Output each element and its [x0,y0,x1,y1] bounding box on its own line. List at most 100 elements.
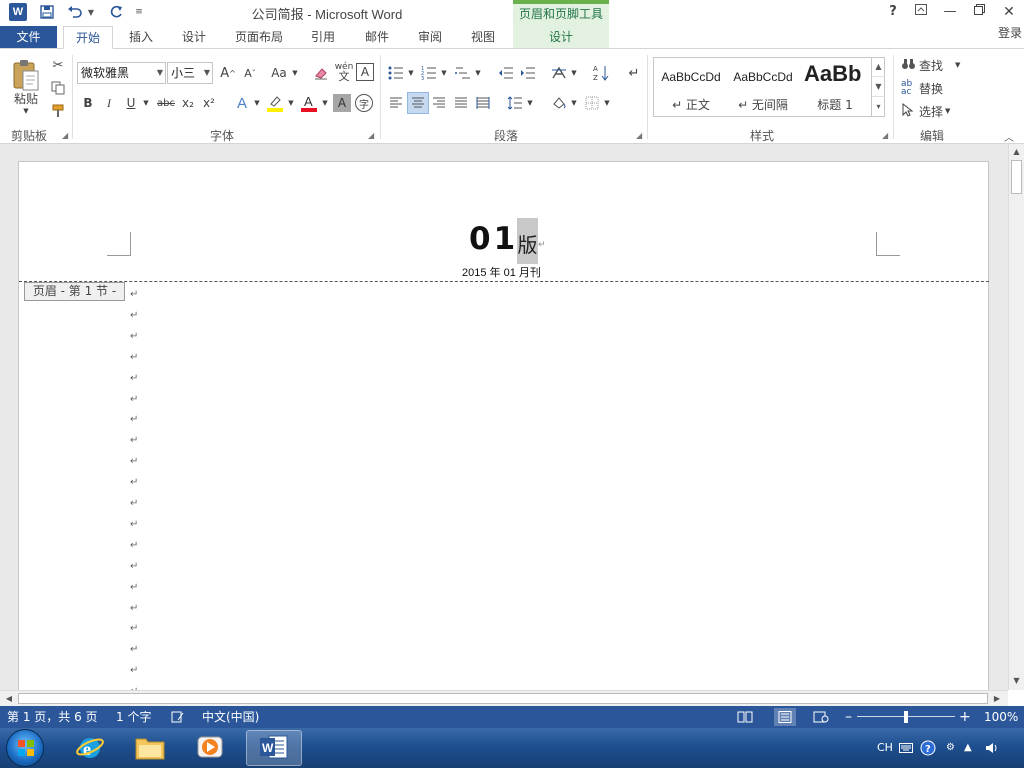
font-name-combo[interactable]: 微软雅黑 ▼ [77,62,166,84]
numbering-icon[interactable]: 123 [419,63,439,83]
zoom-level[interactable]: 100% [984,706,1018,728]
restore-icon[interactable] [966,2,992,22]
find-dropdown-icon[interactable]: ▼ [955,61,960,69]
zoom-in-icon[interactable]: + [959,706,971,728]
header-issue-number[interactable]: 01 [469,221,518,257]
copy-icon[interactable] [49,79,67,97]
text-effects-dropdown-icon[interactable]: ▼ [252,94,262,112]
close-icon[interactable]: ✕ [996,2,1022,22]
italic-button[interactable]: I [100,94,118,112]
align-center-icon[interactable] [407,92,429,114]
read-mode-icon[interactable] [737,706,753,730]
select-button[interactable]: 选择 ▼ [901,101,950,121]
header-edition-char[interactable]: 版 [517,218,538,264]
word-count-status[interactable]: 1 个字 [116,706,151,728]
tray-settings-icon[interactable]: ⚙ [946,728,955,768]
zoom-slider-thumb[interactable] [904,711,908,723]
tab-design[interactable]: 设计 [172,26,216,48]
style-normal[interactable]: AaBbCcDd ↵ 正文 [656,58,726,116]
select-dropdown-icon[interactable]: ▼ [945,107,950,115]
decrease-indent-icon[interactable] [496,63,516,83]
borders-icon[interactable] [583,94,601,112]
clear-formatting-icon[interactable] [311,63,331,83]
bullets-icon[interactable] [386,63,406,83]
font-color-icon[interactable]: A [298,93,320,113]
multilevel-list-icon[interactable] [453,63,473,83]
show-hide-marks-icon[interactable]: ↵ [624,63,644,83]
enclose-characters-icon[interactable]: 字 [355,94,373,112]
multilevel-dropdown-icon[interactable]: ▼ [473,63,483,83]
numbering-dropdown-icon[interactable]: ▼ [439,63,449,83]
highlight-dropdown-icon[interactable]: ▼ [286,94,296,112]
sign-in-link[interactable]: 登录 [998,26,1022,40]
sort-icon[interactable]: AZ [591,62,611,84]
volume-icon[interactable] [985,728,999,768]
phonetic-guide-button[interactable]: wén 文 [333,61,355,83]
underline-button[interactable]: U [122,94,140,112]
highlight-icon[interactable] [264,93,286,113]
character-shading-icon[interactable]: A [333,94,351,112]
tab-mailings[interactable]: 邮件 [355,26,399,48]
change-case-dropdown-icon[interactable]: ▼ [290,63,300,83]
shrink-font-icon[interactable]: Aˇ [240,63,260,83]
proofing-icon[interactable] [171,706,185,730]
increase-indent-icon[interactable] [518,63,538,83]
line-spacing-dropdown-icon[interactable]: ▼ [525,94,535,112]
styles-launcher-icon[interactable]: ◢ [882,131,888,140]
subscript-button[interactable]: x₂ [179,94,197,112]
tab-view[interactable]: 视图 [461,26,505,48]
superscript-button[interactable]: x² [200,94,218,112]
tray-expand-icon[interactable]: ▲ [964,728,972,768]
zoom-out-icon[interactable]: – [845,706,852,728]
tab-references[interactable]: 引用 [302,26,344,48]
shading-icon[interactable] [549,94,569,112]
scroll-right-icon[interactable]: ▶ [990,691,1004,707]
font-size-combo[interactable]: 小三 ▼ [167,62,213,84]
character-border-button[interactable]: A [356,63,374,81]
chinese-layout-icon[interactable] [549,63,569,83]
vertical-scrollbar[interactable]: ▲ ▼ [1008,144,1024,690]
input-language-indicator[interactable]: CH [877,728,893,768]
tab-page-layout[interactable]: 页面布局 [226,26,292,48]
language-status[interactable]: 中文(中国) [202,706,259,728]
format-painter-icon[interactable] [49,102,67,120]
strikethrough-button[interactable]: abc [155,94,177,112]
taskbar-word[interactable]: W [246,730,302,766]
change-case-button[interactable]: Aa [268,63,290,83]
ribbon-display-options-icon[interactable] [908,2,934,22]
collapse-ribbon-icon[interactable]: ︿ [1004,129,1014,144]
taskbar-media-player[interactable] [182,730,238,766]
tab-file[interactable]: 文件 [0,26,57,48]
borders-dropdown-icon[interactable]: ▼ [602,94,612,112]
tab-insert[interactable]: 插入 [120,26,162,48]
style-heading-1[interactable]: AaBb 标题 1 [800,58,870,116]
paste-icon[interactable] [11,58,41,92]
style-no-spacing[interactable]: AaBbCcDd ↵ 无间隔 [728,58,798,116]
shading-dropdown-icon[interactable]: ▼ [569,94,579,112]
tab-review[interactable]: 审阅 [409,26,451,48]
text-effects-icon[interactable]: A [231,94,253,112]
distributed-icon[interactable] [474,94,492,112]
styles-scroll-down-icon[interactable]: ▼ [872,77,885,97]
font-color-dropdown-icon[interactable]: ▼ [320,94,330,112]
minimize-icon[interactable]: — [937,2,963,22]
align-right-icon[interactable] [430,94,448,112]
tab-header-footer-design[interactable]: 设计 [513,26,609,48]
grow-font-icon[interactable]: A ^ [218,63,238,83]
cut-icon[interactable]: ✂ [49,56,67,74]
paste-dropdown-icon[interactable]: ▼ [20,106,32,116]
web-layout-icon[interactable] [813,706,829,730]
font-launcher-icon[interactable]: ◢ [368,131,374,140]
chinese-layout-dropdown-icon[interactable]: ▼ [569,63,579,83]
document-page[interactable]: 01 版 ↵ 2015 年 01 月刊 页眉 - 第 1 节 - ↵ ↵ ↵ ↵ ↵ ↵ ↵… [18,161,989,690]
start-button[interactable] [6,729,44,767]
styles-more-icon[interactable]: ▾ [872,97,885,117]
page-count-status[interactable]: 第 1 页，共 6 页 [7,706,98,728]
help-icon[interactable]: ? [880,2,906,22]
taskbar-internet-explorer[interactable]: e [62,730,118,766]
scroll-left-icon[interactable]: ◀ [2,691,16,707]
line-spacing-icon[interactable] [505,94,525,112]
bullets-dropdown-icon[interactable]: ▼ [406,63,416,83]
print-layout-icon[interactable] [774,708,796,726]
taskbar-file-explorer[interactable] [122,730,178,766]
